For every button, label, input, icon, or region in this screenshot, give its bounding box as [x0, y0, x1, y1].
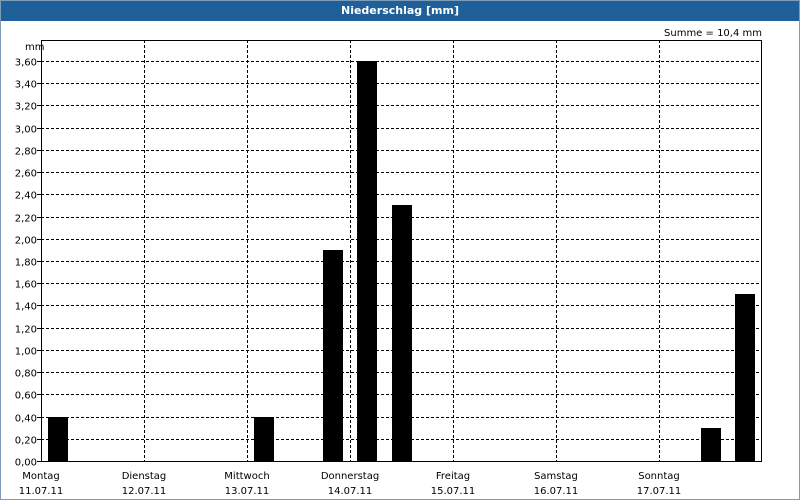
y-tick-label: 3,40: [15, 80, 37, 91]
x-tick-labels: Montag 11.07.11 Dienstag 12.07.11 Mittwoch 13…: [19, 471, 682, 497]
x-tick-date-label: 14.07.11: [328, 486, 373, 497]
y-tick-label: 2,20: [15, 214, 37, 225]
precipitation-bar: [254, 417, 274, 461]
x-tick-day-label: Montag: [22, 471, 59, 482]
y-tick-label: 0,00: [15, 458, 37, 469]
y-tick-label: 3,60: [15, 58, 37, 69]
y-tick-label: 2,80: [15, 147, 37, 158]
y-tick-label: 2,60: [15, 169, 37, 180]
precipitation-chart: Summe = 10,4 mm mm 0,000,200,400,600,801…: [15, 28, 762, 497]
y-tick-label: 0,60: [15, 391, 37, 402]
y-tick-label: 1,00: [15, 347, 37, 358]
y-tick-label: 1,60: [15, 280, 37, 291]
x-tick-day-label: Freitag: [436, 471, 470, 482]
x-tick-date-label: 13.07.11: [225, 486, 270, 497]
y-tick-label: 0,80: [15, 369, 37, 380]
x-tick-day-label: Samstag: [534, 471, 578, 482]
y-tick-label: 1,20: [15, 325, 37, 336]
x-tick-date-label: 17.07.11: [637, 486, 682, 497]
y-tick-label: 0,40: [15, 414, 37, 425]
sum-label: Summe = 10,4 mm: [664, 28, 762, 39]
y-tick-label: 2,00: [15, 236, 37, 247]
x-tick-day-label: Donnerstag: [321, 471, 379, 482]
x-tick-date-label: 11.07.11: [19, 486, 64, 497]
x-tick-date-label: 12.07.11: [122, 486, 167, 497]
y-tick-labels: 0,00 0,20 0,40 0,60 0,80 1,00 1,20 1,40 1,60 1,80…: [15, 58, 37, 469]
x-tick-date-label: 15.07.11: [431, 486, 476, 497]
precipitation-bar: [357, 61, 377, 461]
y-tick-label: 3,00: [15, 125, 37, 136]
precipitation-bar: [735, 294, 755, 461]
precipitation-bar: [323, 250, 343, 461]
x-tick-date-label: 16.07.11: [534, 486, 579, 497]
y-tick-label: 1,40: [15, 302, 37, 313]
precipitation-bar: [701, 428, 721, 461]
precipitation-bar: [48, 417, 68, 461]
y-tick-label: 1,80: [15, 258, 37, 269]
precipitation-bar: [392, 205, 412, 461]
y-tick-label: 2,40: [15, 191, 37, 202]
x-tick-day-label: Sonntag: [638, 471, 680, 482]
y-tick-label: 0,20: [15, 436, 37, 447]
y-tick-label: 3,20: [15, 102, 37, 113]
x-tick-day-label: Dienstag: [122, 471, 167, 482]
x-tick-day-label: Mittwoch: [224, 471, 269, 482]
